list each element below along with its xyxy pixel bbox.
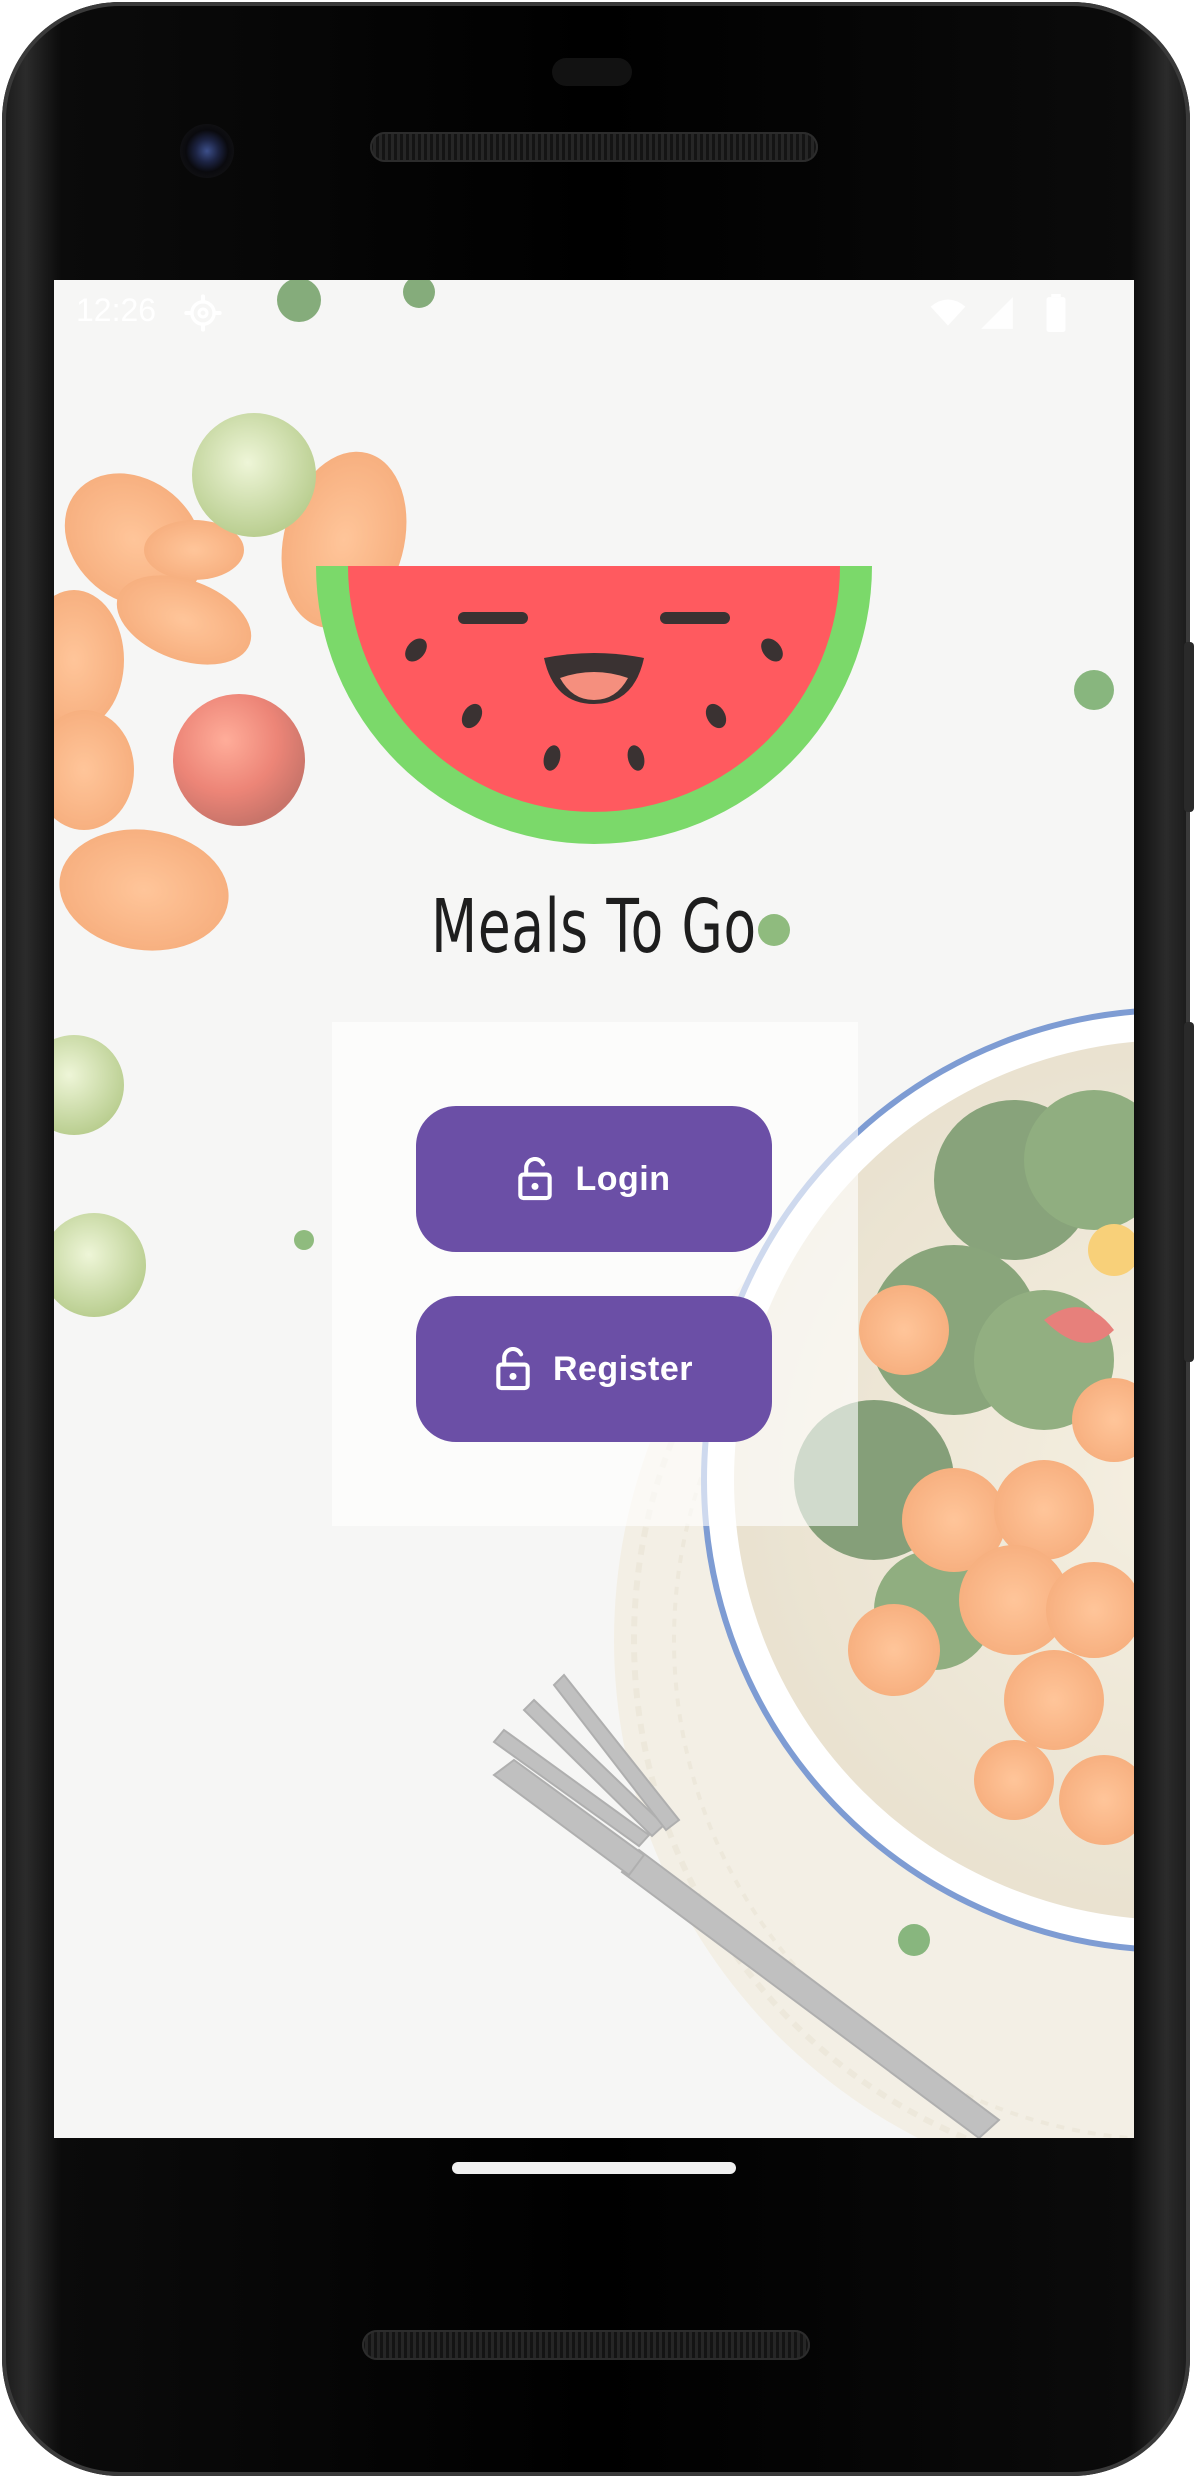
earpiece-speaker bbox=[370, 132, 818, 162]
signal-icon bbox=[981, 297, 1013, 329]
login-button[interactable]: Login bbox=[416, 1106, 772, 1252]
status-bar: 12:26 bbox=[54, 280, 1134, 346]
login-button-label: Login bbox=[575, 1159, 671, 1198]
bottom-speaker bbox=[362, 2330, 810, 2360]
lock-open-icon bbox=[518, 1157, 553, 1201]
app-screen: 12:26 Meals To Go Login Register bbox=[54, 280, 1134, 2138]
phone-frame: 12:26 Meals To Go Login Register bbox=[2, 2, 1194, 2476]
front-camera bbox=[180, 124, 234, 178]
lock-open-icon bbox=[496, 1347, 530, 1391]
proximity-sensor bbox=[552, 58, 632, 86]
register-button[interactable]: Register bbox=[416, 1296, 772, 1442]
auth-panel: Login Register bbox=[332, 1022, 858, 1526]
app-title: Meals To Go bbox=[431, 884, 757, 970]
register-button-label: Register bbox=[552, 1349, 694, 1388]
power-button bbox=[1184, 642, 1194, 812]
wifi-icon bbox=[930, 299, 966, 326]
status-time: 12:26 bbox=[76, 292, 157, 328]
home-indicator[interactable] bbox=[452, 2162, 736, 2174]
settings-icon bbox=[184, 294, 222, 332]
volume-button bbox=[1184, 1022, 1194, 1362]
watermelon-icon bbox=[316, 566, 872, 844]
battery-icon bbox=[1046, 294, 1066, 332]
